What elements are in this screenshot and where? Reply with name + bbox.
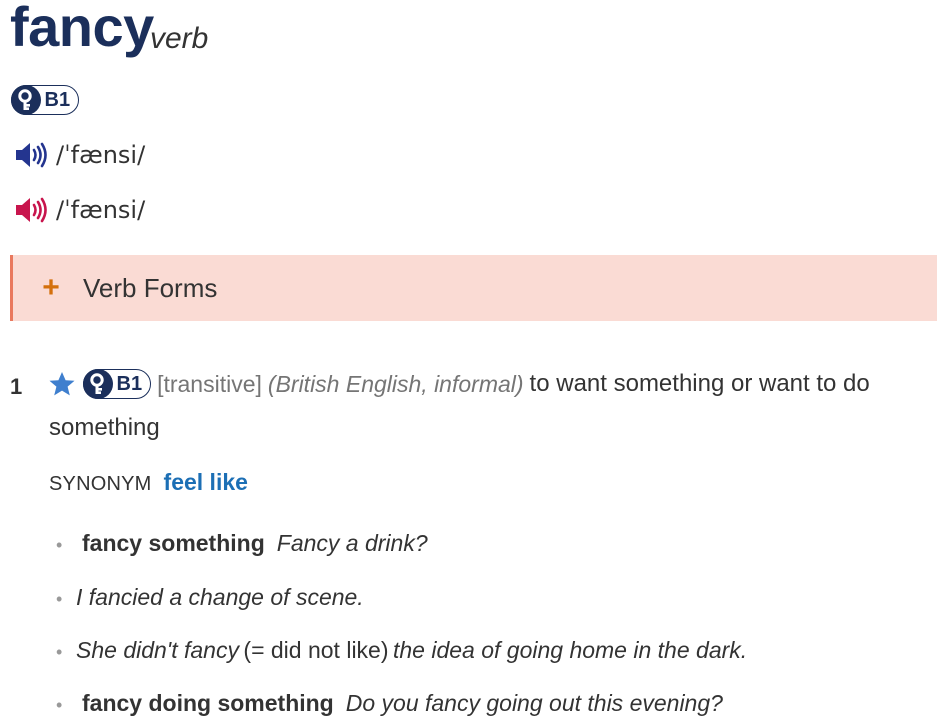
level-label: B1: [44, 88, 71, 111]
star-icon: [49, 372, 75, 396]
sense-number: 1: [10, 374, 23, 399]
key-icon: [10, 85, 41, 115]
headword: fancy: [10, 0, 154, 58]
example-item: • I fancied a change of scene.: [56, 584, 364, 611]
grammar-label: [transitive]: [157, 370, 262, 397]
bullet: •: [56, 535, 63, 555]
synonym-label: SYNONYM: [49, 473, 152, 495]
example-text: Do you fancy going out this evening?: [345, 690, 723, 716]
level-label: B1: [116, 372, 143, 395]
bullet: •: [56, 589, 63, 609]
key-icon: [82, 369, 113, 399]
example-text: She didn't fancy: [76, 637, 239, 663]
synonym-link[interactable]: feel like: [164, 469, 248, 496]
example-text: Fancy a drink?: [276, 530, 428, 556]
pronunciation-american: /ˈfænsi/: [14, 195, 145, 225]
example-item: • She didn't fancy (= did not like) the …: [56, 637, 747, 664]
example-text: I fancied a change of scene.: [76, 584, 364, 610]
sense-header: B1 [transitive] (British English, inform…: [49, 369, 870, 399]
pronunciation-british: /ˈfænsi/: [14, 140, 145, 170]
plus-icon: +: [42, 271, 60, 304]
ipa-american: /ˈfænsi/: [56, 196, 146, 224]
bullet: •: [56, 642, 63, 662]
definition-continued: something: [49, 414, 160, 441]
example-text: the idea of going home in the dark.: [392, 637, 748, 663]
ipa-british: /ˈfænsi/: [56, 141, 146, 169]
example-item: • fancy doing something Do you fancy goi…: [56, 690, 723, 717]
speaker-icon[interactable]: [14, 140, 48, 170]
collocation: fancy something: [82, 530, 265, 556]
synonym-row: SYNONYM feel like: [49, 469, 248, 496]
usage-labels: (British English, informal): [267, 370, 524, 397]
example-item: • fancy something Fancy a drink?: [56, 530, 428, 557]
verb-forms-label: Verb Forms: [83, 272, 218, 303]
verb-forms-toggle[interactable]: + Verb Forms: [10, 255, 937, 321]
speaker-icon[interactable]: [14, 195, 48, 225]
part-of-speech: verb: [150, 22, 209, 55]
example-gloss: (= did not like): [243, 637, 389, 663]
oxford-3000-badge[interactable]: B1: [10, 85, 80, 115]
sense-level-badge[interactable]: B1: [82, 369, 152, 399]
collocation: fancy doing something: [82, 690, 334, 716]
definition: to want something or want to do: [529, 370, 870, 397]
bullet: •: [56, 695, 63, 715]
